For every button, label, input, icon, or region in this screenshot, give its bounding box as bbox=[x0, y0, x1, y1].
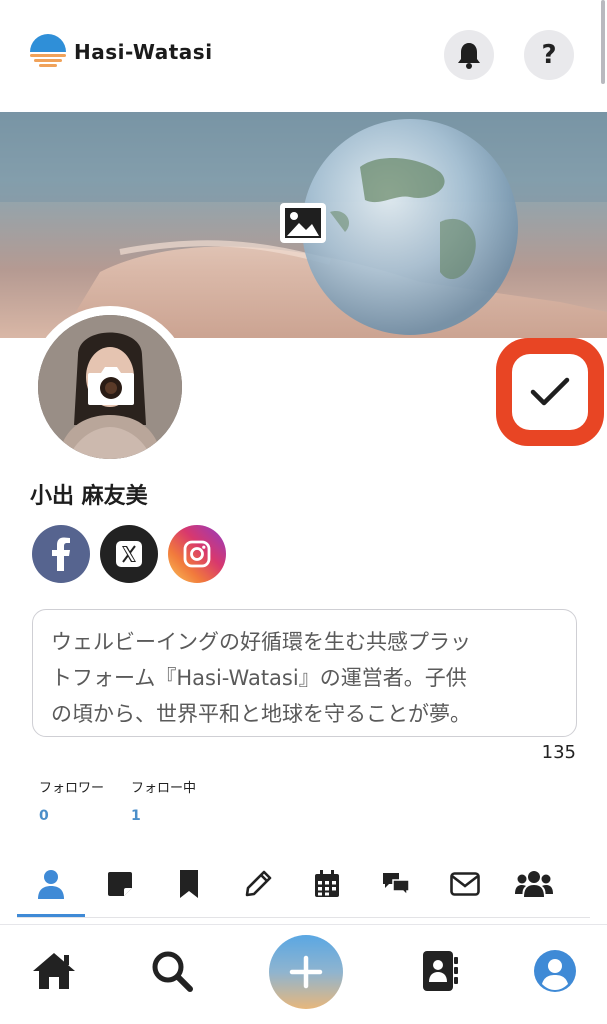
bio-line: の頃から、世界平和と地球を守ることが夢。 bbox=[51, 702, 471, 726]
tab-profile[interactable] bbox=[17, 856, 85, 912]
image-icon bbox=[280, 203, 326, 243]
x-link[interactable] bbox=[100, 525, 158, 583]
followers-label: フォロワー bbox=[39, 781, 105, 796]
app-header: Hasi-Watasi ? bbox=[0, 0, 607, 112]
tab-active-indicator bbox=[17, 914, 85, 917]
x-icon bbox=[116, 541, 142, 567]
notification-button[interactable] bbox=[444, 30, 494, 80]
users-icon bbox=[515, 871, 553, 897]
bookmark-icon bbox=[180, 870, 198, 898]
followers-count[interactable]: 0 bbox=[39, 808, 49, 824]
envelope-icon bbox=[450, 872, 480, 896]
facebook-icon bbox=[52, 537, 70, 571]
tab-groups[interactable] bbox=[500, 856, 568, 912]
app-name: Hasi-Watasi bbox=[74, 40, 213, 64]
nav-contacts[interactable] bbox=[416, 946, 464, 996]
help-icon: ? bbox=[541, 40, 557, 70]
tab-bookmarks[interactable] bbox=[155, 856, 223, 912]
contacts-icon bbox=[423, 951, 458, 991]
help-button[interactable]: ? bbox=[524, 30, 574, 80]
pencil-icon bbox=[245, 870, 272, 897]
bio-textarea[interactable]: ウェルビーイングの好循環を生む共感プラッ トフォーム『Hasi-Watasi』の… bbox=[32, 609, 577, 737]
bell-icon bbox=[458, 43, 480, 69]
tab-notes[interactable] bbox=[86, 856, 154, 912]
scrollbar[interactable] bbox=[601, 0, 605, 84]
following-label: フォロー中 bbox=[131, 781, 197, 796]
camera-icon[interactable] bbox=[86, 363, 136, 407]
nav-account[interactable] bbox=[531, 946, 579, 996]
tab-posts[interactable] bbox=[224, 856, 292, 912]
tab-divider bbox=[17, 917, 590, 918]
logo[interactable]: Hasi-Watasi bbox=[28, 34, 213, 70]
check-icon bbox=[530, 377, 570, 406]
instagram-link[interactable] bbox=[168, 525, 226, 583]
tab-messages[interactable] bbox=[431, 856, 499, 912]
tab-calendar[interactable] bbox=[293, 856, 361, 912]
bio-char-count: 135 bbox=[541, 742, 576, 763]
account-icon bbox=[534, 950, 576, 992]
person-icon bbox=[38, 870, 64, 899]
logo-mark-icon bbox=[30, 34, 66, 67]
following-count[interactable]: 1 bbox=[131, 808, 141, 824]
nav-search[interactable] bbox=[148, 946, 196, 996]
search-icon bbox=[152, 951, 193, 992]
calendar-icon bbox=[315, 870, 339, 897]
profile-tabs bbox=[17, 856, 590, 916]
instagram-icon bbox=[183, 540, 211, 568]
tab-chat[interactable] bbox=[362, 856, 430, 912]
facebook-link[interactable] bbox=[32, 525, 90, 583]
profile-name: 小出 麻友美 bbox=[30, 484, 148, 509]
save-button[interactable] bbox=[512, 354, 588, 430]
bio-line: トフォーム『Hasi-Watasi』の運営者。子供 bbox=[51, 666, 467, 690]
cover-image[interactable] bbox=[0, 112, 607, 338]
bio-line: ウェルビーイングの好循環を生む共感プラッ bbox=[51, 630, 471, 654]
comments-icon bbox=[383, 873, 410, 897]
home-icon bbox=[33, 953, 75, 989]
create-button[interactable] bbox=[269, 935, 343, 1009]
plus-icon bbox=[289, 955, 323, 989]
sticky-note-icon bbox=[108, 872, 132, 896]
nav-home[interactable] bbox=[30, 946, 78, 996]
